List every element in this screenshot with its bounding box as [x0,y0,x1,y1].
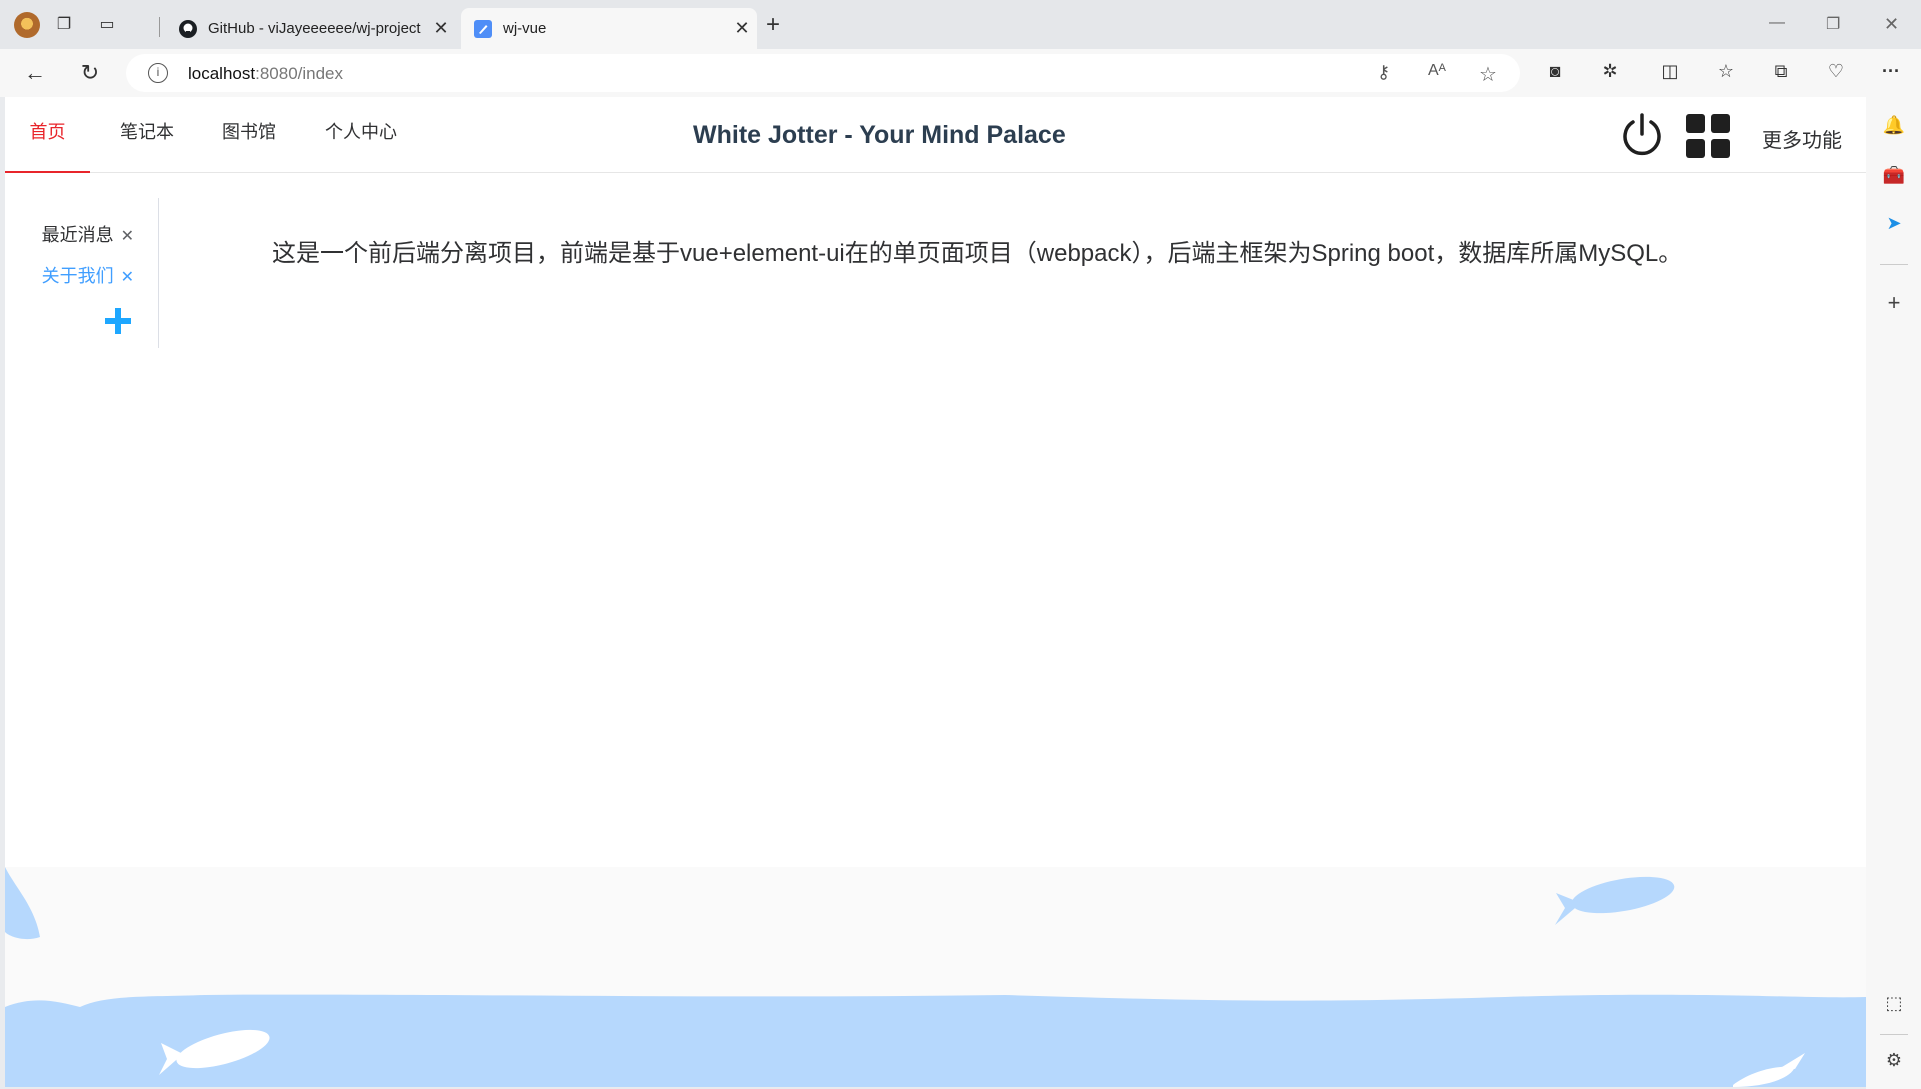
about-description: 这是一个前后端分离项目，前端是基于vue+element-ui在的单页面项目（w… [272,240,1683,267]
browser-tab-bar: ❐ ▭ GitHub - viJayeeeeee/wj-project ✕ wj… [0,0,1921,49]
favorites-icon[interactable]: ☆ [1714,59,1738,83]
web-page: 首页 笔记本 图书馆 个人中心 White Jotter - Your Mind… [5,97,1866,1087]
ocean-waves-illustration [5,867,1866,1087]
workspaces-icon[interactable]: ❐ [53,14,75,36]
restore-icon[interactable]: ❐ [1826,14,1840,34]
screenshot-icon[interactable]: ⬚ [1882,991,1906,1015]
address-bar[interactable]: i localhost:8080/index ⚷ Aᴬ ☆ [126,54,1520,92]
bell-icon[interactable]: 🔔 [1882,113,1906,137]
add-sidebar-icon[interactable]: + [1882,291,1906,315]
edge-sidebar-divider-bottom [1880,1034,1908,1035]
minimize-icon[interactable]: — [1769,14,1785,32]
sidebar-tab-about[interactable]: 关于我们 ✕ [42,262,134,288]
github-icon [178,19,198,39]
new-tab-icon[interactable]: + [766,13,780,37]
settings-icon[interactable]: ⚙ [1882,1048,1906,1072]
close-icon[interactable]: ✕ [121,228,134,245]
back-icon[interactable]: ← [22,60,48,86]
tab-github[interactable]: GitHub - viJayeeeeee/wj-project ✕ [166,8,456,49]
nav-library[interactable]: 图书馆 [212,97,286,173]
grid-icon[interactable] [1686,114,1730,158]
split-screen-icon[interactable]: ◫ [1658,59,1682,83]
profile-icon[interactable] [14,12,40,38]
sidebar-tabs: 最近消息 ✕ 关于我们 ✕ [5,198,159,348]
url-text[interactable]: localhost:8080/index [188,64,343,84]
nav-personal-center[interactable]: 个人中心 [315,97,407,173]
tab-center-icon[interactable]: ◙ [1543,59,1567,83]
nav-home[interactable]: 首页 [5,97,90,173]
window-close-icon[interactable]: ✕ [1884,14,1899,35]
site-header: 首页 笔记本 图书馆 个人中心 White Jotter - Your Mind… [5,97,1866,173]
edge-sidebar: 🔔 🧰 ➤ + ⬚ ⚙ [1866,97,1921,1089]
collections-icon[interactable]: ⧉ [1769,59,1793,83]
tab-title: wj-vue [503,20,547,37]
tab-divider [159,17,160,37]
close-tab-icon[interactable]: ✕ [727,18,757,39]
wj-vue-favicon [473,19,493,39]
send-icon[interactable]: ➤ [1882,211,1906,235]
more-menu-icon[interactable]: ··· [1879,59,1903,83]
sidebar-tab-recent[interactable]: 最近消息 ✕ [42,221,134,247]
tab-actions-icon[interactable]: ▭ [96,14,118,36]
address-bar-row: ← ↻ i localhost:8080/index ⚷ Aᴬ ☆ [0,49,1921,97]
browser-essentials-icon[interactable]: ♡ [1824,59,1848,83]
read-aloud-icon[interactable]: Aᴬ [1428,62,1446,80]
favorite-star-icon[interactable]: ☆ [1479,62,1497,87]
info-icon[interactable]: i [148,63,168,83]
extensions-icon[interactable]: ✲ [1598,59,1622,83]
edge-sidebar-divider [1880,264,1908,265]
refresh-icon[interactable]: ↻ [77,60,103,86]
power-icon[interactable] [1619,112,1665,158]
key-icon[interactable]: ⚷ [1377,62,1390,83]
add-tab-button[interactable] [103,306,133,336]
page-title: White Jotter - Your Mind Palace [693,121,1066,149]
nav-notebook[interactable]: 笔记本 [110,97,184,173]
close-tab-icon[interactable]: ✕ [426,18,456,39]
toolbox-icon[interactable]: 🧰 [1882,163,1906,187]
tab-title: GitHub - viJayeeeeee/wj-project [208,20,421,37]
more-functions-menu[interactable]: 更多功能 [1762,124,1842,153]
close-icon[interactable]: ✕ [121,269,134,286]
tab-wj-vue[interactable]: wj-vue ✕ [461,8,757,49]
